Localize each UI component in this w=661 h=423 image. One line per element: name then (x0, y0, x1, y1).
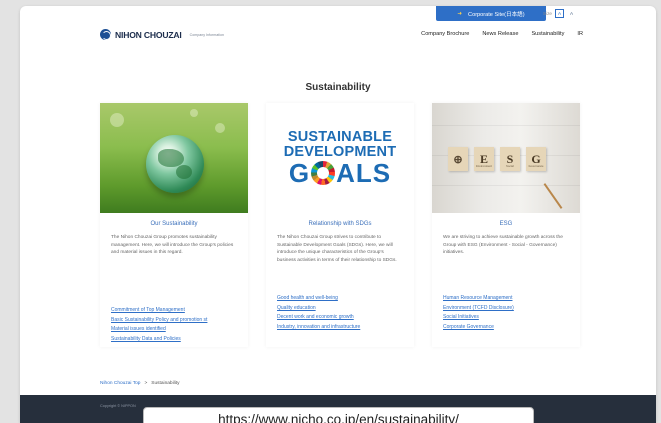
card-title[interactable]: Our Sustainability (100, 221, 248, 227)
text-size-label: Size (543, 11, 552, 16)
breadcrumb-separator: > (144, 381, 148, 386)
card-esg: ⊕ E Environment S Social G Governance ES… (432, 103, 580, 347)
card-sdgs: SUSTAINABLE DEVELOPMENT G ALS Relationsh… (266, 103, 414, 347)
url-caption: https://www.nicho.co.jp/en/sustainabilit… (143, 407, 534, 423)
logo-subtitle: Company Information (189, 32, 224, 37)
link-environment-tcfd[interactable]: Environment (TCFD Disclosure) (443, 304, 569, 314)
link-sustainability-data[interactable]: Sustainability Data and Policies (111, 335, 237, 345)
globe-block-icon: ⊕ (448, 147, 468, 171)
nav-news-release[interactable]: News Release (482, 31, 518, 37)
bokeh-light (110, 113, 124, 127)
page-title: Sustainability (305, 82, 371, 93)
card-description: We are striving to achieve sustainable g… (443, 235, 563, 256)
link-basic-policy[interactable]: Basic Sustainability Policy and promotio… (111, 316, 237, 326)
sdg-g: G (288, 157, 311, 188)
card-title[interactable]: Relationship with SDGs (266, 221, 414, 227)
sdg-als: ALS (336, 157, 392, 188)
card-our-sustainability: Our Sustainability The Nihon Chouzai Gro… (100, 103, 248, 347)
footer-copyright: Copyright © NIPPON (100, 404, 136, 408)
browser-page: ➜ Corporate Site(日本語) Size A A NIHON CHO… (20, 6, 656, 423)
sdgs-logo-image[interactable]: SUSTAINABLE DEVELOPMENT G ALS (266, 103, 414, 213)
wood-plank-line (432, 185, 580, 186)
nav-ir[interactable]: IR (577, 31, 583, 37)
arrow-right-icon: ➜ (457, 10, 463, 17)
text-size-large-button[interactable]: A (567, 9, 576, 18)
wood-plank-line (432, 125, 580, 126)
main-nav: Company Brochure News Release Sustainabi… (421, 31, 583, 37)
esg-block-g: G Governance (526, 147, 546, 171)
card-links: Commitment of Top Management Basic Susta… (100, 306, 248, 344)
site-logo[interactable]: NIHON CHOUZAI Company Information (100, 29, 224, 40)
card-description: The Nihon Chouzai Group strives to contr… (277, 235, 397, 263)
link-decent-work[interactable]: Decent work and economic growth (277, 313, 403, 323)
breadcrumb-current: Sustainability (151, 381, 180, 386)
nav-company-brochure[interactable]: Company Brochure (421, 31, 469, 37)
link-industry-innovation[interactable]: Industry, innovation and infrastructure (277, 323, 403, 333)
bokeh-light (215, 123, 225, 133)
corporate-site-button[interactable]: ➜ Corporate Site(日本語) (436, 6, 546, 21)
card-links: Human Resource Management Environment (T… (432, 294, 580, 332)
breadcrumb: Nihon Chouzai Top > Sustainability (100, 381, 180, 386)
card-title[interactable]: ESG (432, 221, 580, 227)
link-top-management[interactable]: Commitment of Top Management (111, 306, 237, 316)
card-links: Good health and well-being Quality educa… (266, 294, 414, 332)
breadcrumb-home-link[interactable]: Nihon Chouzai Top (100, 381, 140, 386)
link-human-resource[interactable]: Human Resource Management (443, 294, 569, 304)
sdg-wheel-icon (311, 161, 336, 185)
link-social-initiatives[interactable]: Social Initiatives (443, 313, 569, 323)
link-quality-education[interactable]: Quality education (277, 304, 403, 314)
esg-blocks-image[interactable]: ⊕ E Environment S Social G Governance (432, 103, 580, 213)
pencil-icon (543, 183, 563, 209)
corporate-site-label: Corporate Site(日本語) (468, 11, 525, 18)
nav-sustainability[interactable]: Sustainability (531, 31, 564, 37)
text-size-switcher: Size A A (543, 9, 576, 18)
card-description: The Nihon Chouzai Group promotes sustain… (111, 235, 234, 256)
sdg-text-line3: G ALS (288, 157, 392, 188)
esg-block-s: S Social (500, 147, 520, 171)
link-corporate-governance[interactable]: Corporate Governance (443, 323, 569, 333)
globe-icon (146, 135, 204, 193)
earth-on-grass-image[interactable] (100, 103, 248, 213)
link-material-issues[interactable]: Material issues identified (111, 325, 237, 335)
sdg-text-line1: SUSTAINABLE (287, 128, 393, 145)
company-logo-icon (100, 29, 111, 40)
logo-text: NIHON CHOUZAI (115, 29, 182, 40)
bokeh-light (190, 109, 198, 117)
text-size-normal-button[interactable]: A (554, 9, 565, 18)
esg-block-e: E Environment (474, 147, 494, 171)
link-good-health[interactable]: Good health and well-being (277, 294, 403, 304)
